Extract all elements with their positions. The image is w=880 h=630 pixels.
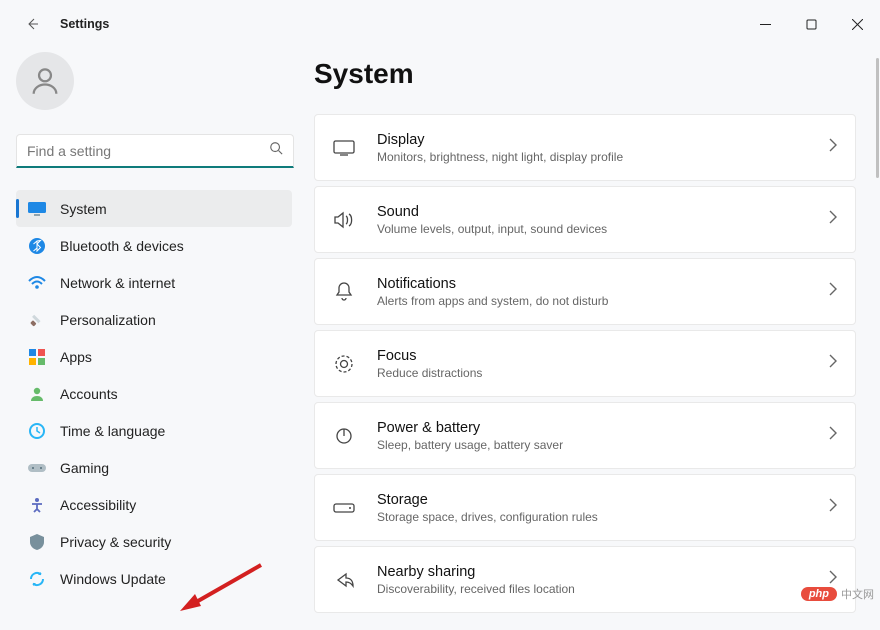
storage-icon xyxy=(333,503,355,513)
sidebar-item-privacy[interactable]: Privacy & security xyxy=(16,523,292,560)
display-icon xyxy=(333,140,355,156)
user-avatar[interactable] xyxy=(16,52,74,110)
card-title: Notifications xyxy=(377,276,829,292)
card-body: Nearby sharing Discoverability, received… xyxy=(377,564,829,596)
sidebar-item-label: System xyxy=(60,201,107,217)
watermark: php 中文网 xyxy=(801,586,874,602)
chevron-right-icon xyxy=(829,354,837,373)
sidebar-item-apps[interactable]: Apps xyxy=(16,338,292,375)
card-sound[interactable]: Sound Volume levels, output, input, soun… xyxy=(314,186,856,253)
scrollbar[interactable] xyxy=(872,58,880,598)
bluetooth-icon xyxy=(28,237,46,255)
shield-icon xyxy=(28,533,46,551)
sidebar-item-label: Bluetooth & devices xyxy=(60,238,184,254)
card-title: Focus xyxy=(377,348,829,364)
account-icon xyxy=(28,385,46,403)
chevron-right-icon xyxy=(829,498,837,517)
search-input[interactable] xyxy=(27,143,269,159)
chevron-right-icon xyxy=(829,426,837,445)
card-subtitle: Alerts from apps and system, do not dist… xyxy=(377,294,829,308)
chevron-right-icon xyxy=(829,138,837,157)
wifi-icon xyxy=(28,274,46,292)
window-controls xyxy=(742,4,880,44)
card-body: Sound Volume levels, output, input, soun… xyxy=(377,204,829,236)
close-button[interactable] xyxy=(834,4,880,44)
sidebar-item-network[interactable]: Network & internet xyxy=(16,264,292,301)
window-title: Settings xyxy=(60,17,109,31)
minimize-button[interactable] xyxy=(742,4,788,44)
sidebar-item-label: Apps xyxy=(60,349,92,365)
accessibility-icon xyxy=(28,496,46,514)
page-heading: System xyxy=(314,58,856,90)
focus-icon xyxy=(333,354,355,374)
sidebar-item-personalization[interactable]: Personalization xyxy=(16,301,292,338)
sidebar-item-bluetooth[interactable]: Bluetooth & devices xyxy=(16,227,292,264)
sidebar-item-time[interactable]: Time & language xyxy=(16,412,292,449)
apps-icon xyxy=(28,348,46,366)
sidebar-item-accounts[interactable]: Accounts xyxy=(16,375,292,412)
chevron-right-icon xyxy=(829,210,837,229)
main-content: System Display Monitors, brightness, nig… xyxy=(304,48,880,630)
minimize-icon xyxy=(760,19,771,30)
bell-icon xyxy=(333,282,355,302)
card-title: Nearby sharing xyxy=(377,564,829,580)
card-subtitle: Reduce distractions xyxy=(377,366,829,380)
card-title: Sound xyxy=(377,204,829,220)
card-title: Display xyxy=(377,132,829,148)
nav-list: System Bluetooth & devices Network & int… xyxy=(16,190,304,597)
person-icon xyxy=(28,64,62,98)
maximize-icon xyxy=(806,19,817,30)
card-subtitle: Storage space, drives, configuration rul… xyxy=(377,510,829,524)
card-subtitle: Sleep, battery usage, battery saver xyxy=(377,438,829,452)
system-icon xyxy=(28,200,46,218)
sidebar-item-update[interactable]: Windows Update xyxy=(16,560,292,597)
card-subtitle: Monitors, brightness, night light, displ… xyxy=(377,150,829,164)
chevron-right-icon xyxy=(829,282,837,301)
titlebar: Settings xyxy=(0,0,880,48)
maximize-button[interactable] xyxy=(788,4,834,44)
card-title: Power & battery xyxy=(377,420,829,436)
power-icon xyxy=(333,427,355,445)
search-box[interactable] xyxy=(16,134,294,168)
close-icon xyxy=(852,19,863,30)
card-title: Storage xyxy=(377,492,829,508)
card-focus[interactable]: Focus Reduce distractions xyxy=(314,330,856,397)
card-body: Power & battery Sleep, battery usage, ba… xyxy=(377,420,829,452)
sidebar: System Bluetooth & devices Network & int… xyxy=(0,48,304,630)
card-body: Focus Reduce distractions xyxy=(377,348,829,380)
sidebar-item-label: Personalization xyxy=(60,312,156,328)
gaming-icon xyxy=(28,459,46,477)
update-icon xyxy=(28,570,46,588)
sidebar-item-accessibility[interactable]: Accessibility xyxy=(16,486,292,523)
card-body: Display Monitors, brightness, night ligh… xyxy=(377,132,829,164)
sidebar-item-label: Windows Update xyxy=(60,571,166,587)
sound-icon xyxy=(333,211,355,229)
back-arrow-icon xyxy=(24,16,40,32)
sidebar-item-gaming[interactable]: Gaming xyxy=(16,449,292,486)
card-storage[interactable]: Storage Storage space, drives, configura… xyxy=(314,474,856,541)
card-nearby[interactable]: Nearby sharing Discoverability, received… xyxy=(314,546,856,613)
card-power[interactable]: Power & battery Sleep, battery usage, ba… xyxy=(314,402,856,469)
share-icon xyxy=(333,571,355,589)
sidebar-item-label: Accessibility xyxy=(60,497,136,513)
sidebar-item-label: Accounts xyxy=(60,386,118,402)
card-notifications[interactable]: Notifications Alerts from apps and syste… xyxy=(314,258,856,325)
clock-icon xyxy=(28,422,46,440)
card-subtitle: Volume levels, output, input, sound devi… xyxy=(377,222,829,236)
search-icon xyxy=(269,141,283,160)
sidebar-item-label: Privacy & security xyxy=(60,534,171,550)
card-body: Storage Storage space, drives, configura… xyxy=(377,492,829,524)
sidebar-item-label: Gaming xyxy=(60,460,109,476)
watermark-badge: php xyxy=(801,587,837,601)
sidebar-item-label: Network & internet xyxy=(60,275,175,291)
paint-icon xyxy=(28,311,46,329)
sidebar-item-system[interactable]: System xyxy=(16,190,292,227)
sidebar-item-label: Time & language xyxy=(60,423,165,439)
scrollbar-thumb[interactable] xyxy=(876,58,879,178)
back-button[interactable] xyxy=(18,10,46,38)
watermark-text: 中文网 xyxy=(841,586,874,602)
card-body: Notifications Alerts from apps and syste… xyxy=(377,276,829,308)
card-display[interactable]: Display Monitors, brightness, night ligh… xyxy=(314,114,856,181)
card-subtitle: Discoverability, received files location xyxy=(377,582,829,596)
